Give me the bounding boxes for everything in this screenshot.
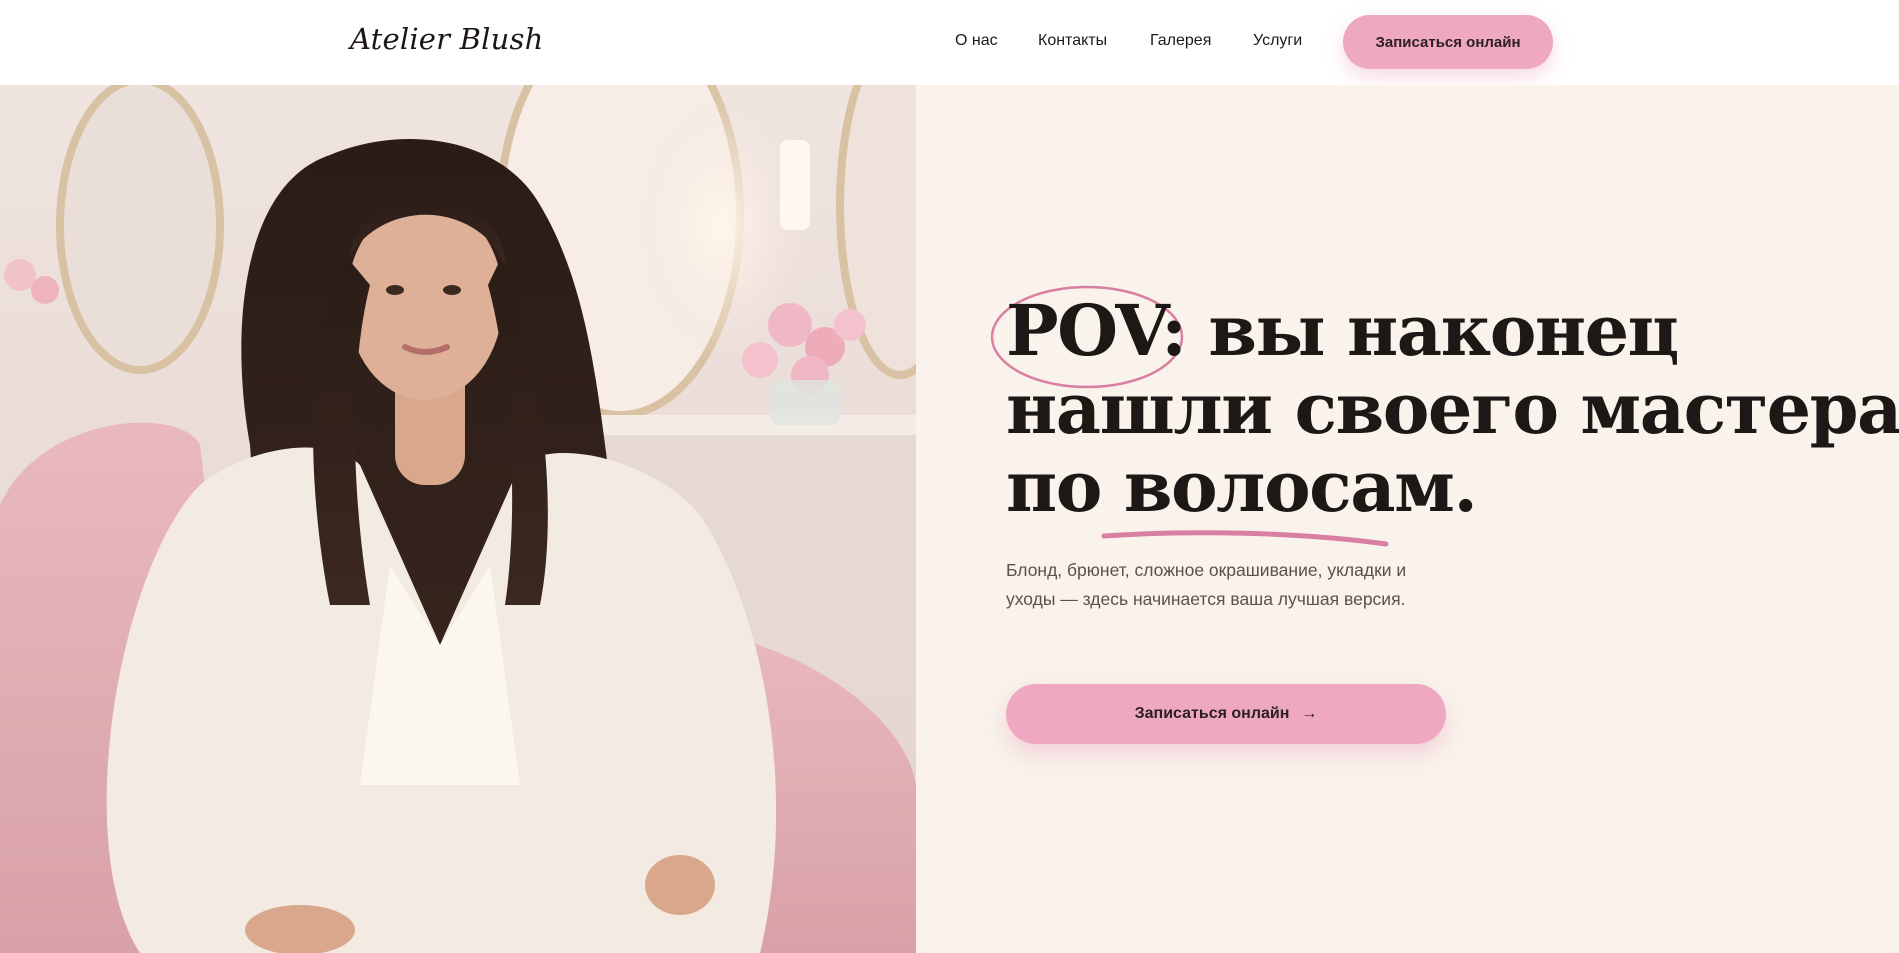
headline-line-2: нашли своего мастера [1006,367,1899,450]
arrow-right-icon: → [1301,705,1318,722]
site-header: Atelier Blush О нас Контакты Галерея Усл… [0,0,1899,85]
headline-line-3-prefix: по [1006,445,1102,528]
headline-line-1-rest: вы наконец [1208,289,1679,372]
hero-photo [0,85,916,953]
hero-book-online-button[interactable]: Записаться онлайн → [1006,684,1446,744]
headline-line-3: по волосам. [1006,448,1826,526]
headline-line-1: POV: вы наконец [1006,292,1826,370]
nav-item-contacts[interactable]: Контакты [1038,32,1107,50]
nav-item-gallery[interactable]: Галерея [1150,32,1211,50]
headline-underlined-word: волосам. [1123,445,1478,528]
logo[interactable]: Atelier Blush [350,22,543,56]
hero-subtitle: Блонд, брюнет, сложное окрашивание, укла… [1006,560,1407,609]
header-book-online-button[interactable]: Записаться онлайн [1343,15,1553,69]
headline-highlight: POV: [1006,289,1187,372]
nav-item-services[interactable]: Услуги [1253,32,1302,50]
hero-headline: POV: вы наконец нашли своего мастера по … [1006,292,1899,526]
salon-portrait-image [0,85,916,953]
nav-item-about[interactable]: О нас [955,32,998,50]
hero-cta-label: Записаться онлайн [1134,705,1290,722]
